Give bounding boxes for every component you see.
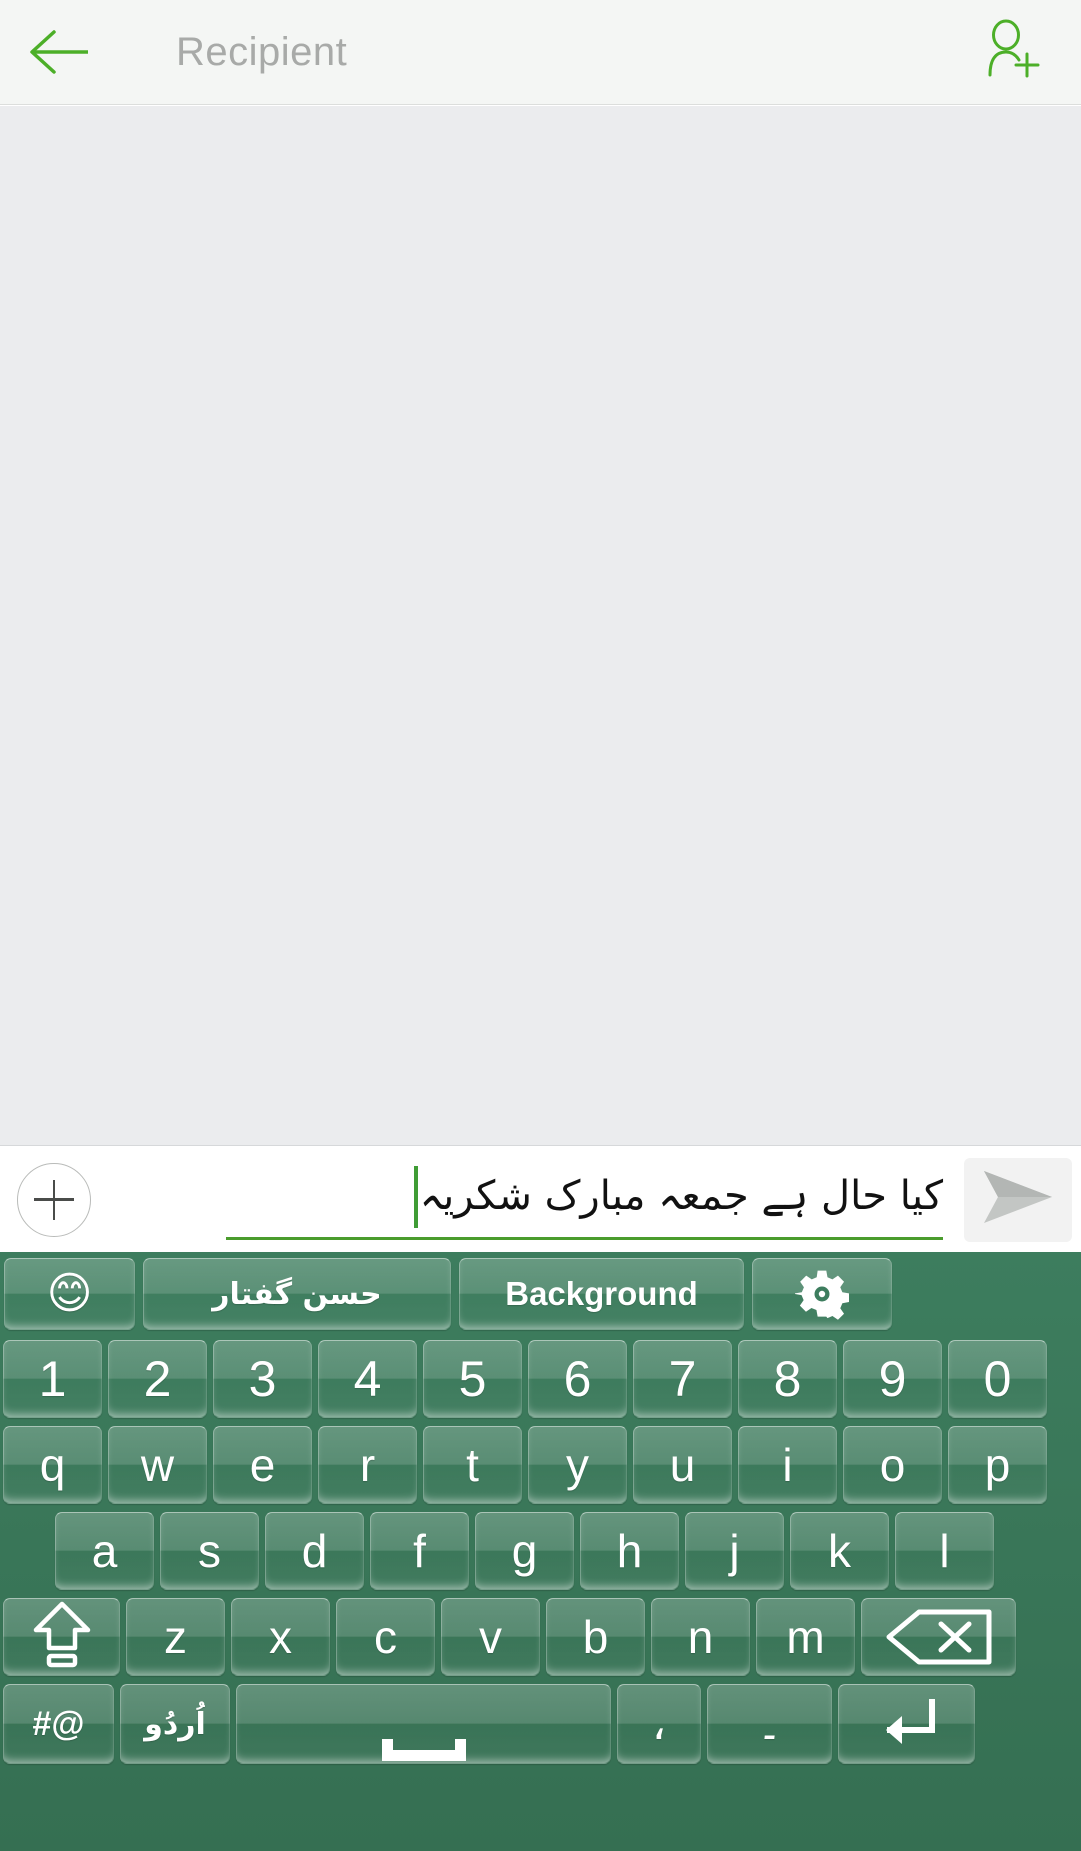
key-f[interactable]: f xyxy=(370,1512,469,1590)
symbols-key[interactable]: #@ xyxy=(3,1684,114,1764)
emoji-key[interactable]: 😊 xyxy=(4,1258,135,1330)
recipient-placeholder: Recipient xyxy=(176,29,348,74)
period-key[interactable]: ۔ xyxy=(707,1684,832,1764)
send-paper-plane-icon xyxy=(980,1168,1056,1231)
message-input[interactable]: کیا حال ہے جمعہ مبارک شکریہ xyxy=(108,1147,955,1252)
keyboard-row-home: a s d f g h j k l xyxy=(0,1506,1081,1592)
enter-return-icon xyxy=(872,1696,942,1752)
add-contact-button[interactable] xyxy=(951,0,1071,105)
keyboard-toolbar: 😊 حسن گفتار Background xyxy=(0,1252,1081,1334)
key-r[interactable]: r xyxy=(318,1426,417,1504)
key-0[interactable]: 0 xyxy=(948,1340,1047,1418)
key-m[interactable]: m xyxy=(756,1598,855,1676)
backspace-key[interactable] xyxy=(861,1598,1016,1676)
key-7[interactable]: 7 xyxy=(633,1340,732,1418)
key-e[interactable]: e xyxy=(213,1426,312,1504)
backspace-delete-icon xyxy=(883,1606,995,1668)
key-j[interactable]: j xyxy=(685,1512,784,1590)
key-y[interactable]: y xyxy=(528,1426,627,1504)
back-arrow-icon xyxy=(28,28,92,76)
back-button[interactable] xyxy=(0,0,120,105)
enter-key[interactable] xyxy=(838,1684,975,1764)
keyboard-row-top: q w e r t y u i o p xyxy=(0,1420,1081,1506)
shift-up-arrow-icon xyxy=(28,1600,96,1674)
emoji-smiley-icon: 😊 xyxy=(46,1268,93,1319)
plus-circle-icon xyxy=(17,1162,91,1237)
input-underline xyxy=(226,1237,943,1240)
background-key[interactable]: Background xyxy=(459,1258,744,1330)
space-key[interactable] xyxy=(236,1684,611,1764)
key-1[interactable]: 1 xyxy=(3,1340,102,1418)
key-c[interactable]: c xyxy=(336,1598,435,1676)
key-6[interactable]: 6 xyxy=(528,1340,627,1418)
key-8[interactable]: 8 xyxy=(738,1340,837,1418)
text-caret xyxy=(413,1165,418,1228)
key-2[interactable]: 2 xyxy=(108,1340,207,1418)
key-l[interactable]: l xyxy=(895,1512,994,1590)
recipient-input[interactable]: Recipient xyxy=(120,0,951,105)
language-key[interactable]: اُردُو xyxy=(120,1684,230,1764)
keyboard-row-bottom: z x c v b n m xyxy=(0,1592,1081,1678)
key-s[interactable]: s xyxy=(160,1512,259,1590)
key-k[interactable]: k xyxy=(790,1512,889,1590)
key-a[interactable]: a xyxy=(55,1512,154,1590)
message-thread-area xyxy=(0,106,1081,1146)
sms-compose-screen: Recipient کیا حال ہے جمعہ مبارک شکریہ 😊 … xyxy=(0,0,1081,1851)
add-contact-icon xyxy=(982,19,1040,86)
key-d[interactable]: d xyxy=(265,1512,364,1590)
key-h[interactable]: h xyxy=(580,1512,679,1590)
message-input-value: کیا حال ہے جمعہ مبارک شکریہ xyxy=(419,1172,943,1219)
key-u[interactable]: u xyxy=(633,1426,732,1504)
attach-button[interactable] xyxy=(0,1147,108,1252)
key-x[interactable]: x xyxy=(231,1598,330,1676)
key-n[interactable]: n xyxy=(651,1598,750,1676)
key-4[interactable]: 4 xyxy=(318,1340,417,1418)
send-button-surface xyxy=(964,1157,1072,1242)
key-z[interactable]: z xyxy=(126,1598,225,1676)
key-p[interactable]: p xyxy=(948,1426,1047,1504)
gear-icon xyxy=(795,1267,849,1321)
key-o[interactable]: o xyxy=(843,1426,942,1504)
key-b[interactable]: b xyxy=(546,1598,645,1676)
comma-key[interactable]: ، xyxy=(617,1684,701,1764)
spacebar-icon xyxy=(381,1739,466,1761)
shift-key[interactable] xyxy=(3,1598,120,1676)
key-q[interactable]: q xyxy=(3,1426,102,1504)
husn-e-guftar-key[interactable]: حسن گفتار xyxy=(143,1258,451,1330)
top-bar: Recipient xyxy=(0,0,1081,105)
key-v[interactable]: v xyxy=(441,1598,540,1676)
key-3[interactable]: 3 xyxy=(213,1340,312,1418)
key-g[interactable]: g xyxy=(475,1512,574,1590)
on-screen-keyboard: 😊 حسن گفتار Background 1 2 3 4 5 6 7 8 9… xyxy=(0,1252,1081,1851)
keyboard-row-numbers: 1 2 3 4 5 6 7 8 9 0 xyxy=(0,1334,1081,1420)
keyboard-row-space: #@ اُردُو ، ۔ xyxy=(0,1678,1081,1766)
key-9[interactable]: 9 xyxy=(843,1340,942,1418)
key-t[interactable]: t xyxy=(423,1426,522,1504)
key-i[interactable]: i xyxy=(738,1426,837,1504)
settings-key[interactable] xyxy=(752,1258,892,1330)
key-w[interactable]: w xyxy=(108,1426,207,1504)
key-5[interactable]: 5 xyxy=(423,1340,522,1418)
send-button[interactable] xyxy=(955,1147,1081,1252)
compose-bar: کیا حال ہے جمعہ مبارک شکریہ xyxy=(0,1147,1081,1252)
